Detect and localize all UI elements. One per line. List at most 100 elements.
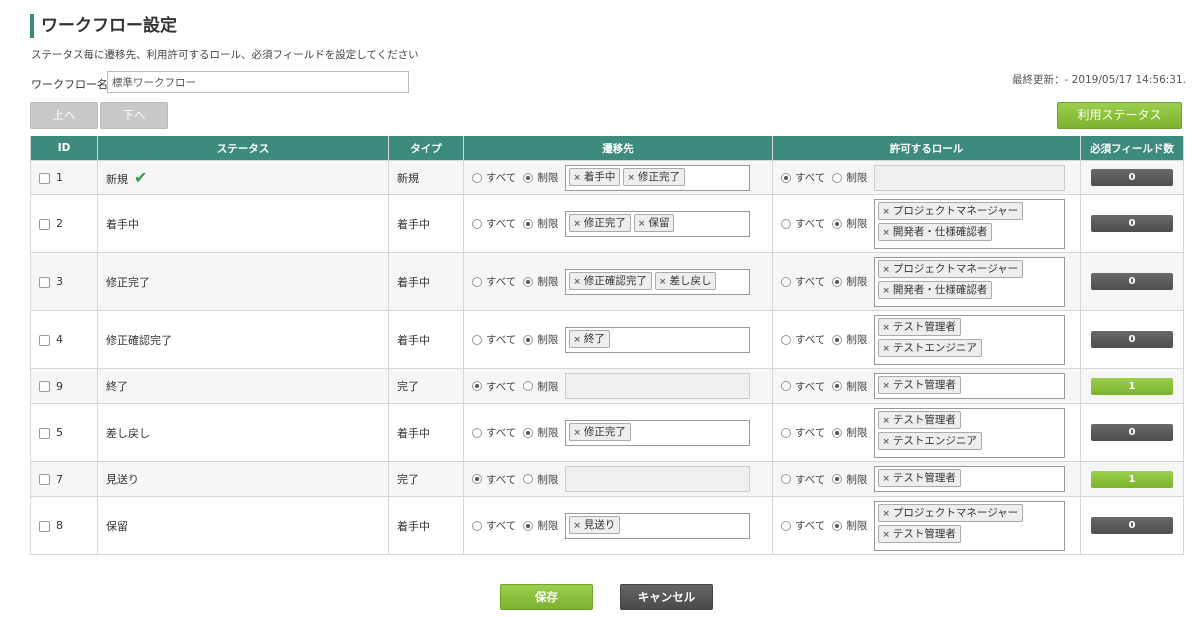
- required-fields-button[interactable]: 1: [1091, 377, 1173, 395]
- role-all-radio[interactable]: [781, 218, 791, 229]
- role-all-radio[interactable]: [781, 474, 791, 484]
- remove-tag-icon[interactable]: ×: [882, 509, 890, 519]
- roles-control: すべて 制限 × テスト管理者: [781, 466, 1072, 492]
- move-up-button[interactable]: 上へ: [30, 102, 98, 129]
- transition-select[interactable]: × 着手中 × 修正完了: [565, 164, 751, 191]
- remove-tag-icon[interactable]: ×: [882, 207, 890, 217]
- role-select[interactable]: × テスト管理者 × テストエンジニア: [874, 407, 1066, 458]
- role-all-radio[interactable]: [781, 172, 791, 183]
- transition-limit-radio[interactable]: [523, 276, 534, 287]
- role-select[interactable]: × テスト管理者 × テストエンジニア: [874, 314, 1066, 365]
- role-all-radio[interactable]: [781, 334, 791, 345]
- save-button[interactable]: 保存: [500, 584, 593, 610]
- transition-all-radio[interactable]: [472, 276, 482, 287]
- used-status-button[interactable]: 利用ステータス: [1057, 102, 1182, 129]
- transition-all-radio[interactable]: [472, 427, 482, 438]
- remove-tag-icon[interactable]: ×: [573, 219, 581, 229]
- tag-chip: × テスト管理者: [878, 317, 961, 336]
- remove-tag-icon[interactable]: ×: [573, 521, 581, 531]
- role-select[interactable]: × テスト管理者: [874, 373, 1066, 399]
- transition-select[interactable]: × 修正完了: [565, 419, 751, 446]
- transition-limit-radio[interactable]: [523, 427, 534, 438]
- required-fields-button[interactable]: 0: [1091, 424, 1173, 441]
- transition-limit-radio[interactable]: [523, 520, 534, 531]
- role-select[interactable]: × プロジェクトマネージャー × 開発者・仕様確認者: [874, 256, 1066, 307]
- transition-all-radio[interactable]: [472, 218, 482, 229]
- remove-tag-icon[interactable]: ×: [573, 173, 581, 183]
- transition-select[interactable]: [565, 466, 751, 492]
- transition-limit-radio[interactable]: [523, 381, 534, 391]
- role-limit-radio[interactable]: [832, 218, 843, 229]
- transition-select[interactable]: × 修正完了 × 保留: [565, 210, 751, 237]
- remove-tag-icon[interactable]: ×: [627, 173, 635, 183]
- last-updated-text: 最終更新：- 2019/05/17 14:56:31.: [1012, 74, 1186, 86]
- transition-all-radio[interactable]: [472, 520, 482, 531]
- role-limit-radio[interactable]: [832, 276, 843, 287]
- role-all-radio[interactable]: [781, 427, 791, 438]
- remove-tag-icon[interactable]: ×: [882, 323, 890, 333]
- transition-all-radio[interactable]: [472, 334, 482, 345]
- transition-select[interactable]: × 終了: [565, 326, 751, 353]
- remove-tag-icon[interactable]: ×: [659, 277, 667, 287]
- remove-tag-icon[interactable]: ×: [573, 428, 581, 438]
- role-select[interactable]: × プロジェクトマネージャー × テスト管理者: [874, 500, 1066, 551]
- row-checkbox[interactable]: [39, 276, 50, 288]
- required-fields-button[interactable]: 0: [1091, 517, 1173, 534]
- transition-all-radio[interactable]: [472, 172, 482, 183]
- remove-tag-icon[interactable]: ×: [882, 530, 890, 540]
- role-all-radio[interactable]: [781, 520, 791, 531]
- status-name: 見送り: [106, 473, 139, 486]
- transition-select[interactable]: × 修正確認完了 × 差し戻し: [565, 268, 751, 295]
- remove-tag-icon[interactable]: ×: [573, 335, 581, 345]
- required-fields-button[interactable]: 0: [1091, 273, 1173, 290]
- remove-tag-icon[interactable]: ×: [882, 286, 890, 296]
- row-checkbox[interactable]: [39, 334, 50, 346]
- cancel-button[interactable]: キャンセル: [620, 584, 713, 610]
- row-checkbox[interactable]: [39, 172, 50, 184]
- remove-tag-icon[interactable]: ×: [882, 344, 890, 354]
- row-checkbox[interactable]: [39, 427, 50, 439]
- remove-tag-icon[interactable]: ×: [882, 265, 890, 275]
- transition-select[interactable]: × 見送り: [565, 512, 751, 539]
- required-fields-button[interactable]: 0: [1091, 169, 1173, 186]
- transitions-control: すべて 制限 × 修正完了 × 保留: [472, 210, 764, 237]
- workflow-name-label: ワークフロー名: [31, 78, 108, 91]
- row-checkbox[interactable]: [39, 474, 50, 485]
- role-select[interactable]: × プロジェクトマネージャー × 開発者・仕様確認者: [874, 198, 1066, 249]
- role-limit-radio[interactable]: [832, 334, 843, 345]
- role-select[interactable]: × テスト管理者: [874, 466, 1066, 492]
- required-fields-button[interactable]: 1: [1091, 470, 1173, 488]
- transition-select[interactable]: [565, 373, 751, 399]
- required-fields-button[interactable]: 0: [1091, 331, 1173, 348]
- transition-limit-radio[interactable]: [523, 474, 534, 484]
- role-select[interactable]: [874, 164, 1066, 191]
- role-limit-radio[interactable]: [832, 427, 843, 438]
- move-down-button[interactable]: 下へ: [100, 102, 168, 129]
- row-checkbox[interactable]: [39, 520, 50, 532]
- remove-tag-icon[interactable]: ×: [573, 277, 581, 287]
- transition-all-radio[interactable]: [472, 474, 482, 484]
- transition-limit-radio[interactable]: [523, 172, 534, 183]
- remove-tag-icon[interactable]: ×: [882, 228, 890, 238]
- check-icon: ✔: [134, 168, 148, 187]
- remove-tag-icon[interactable]: ×: [882, 437, 890, 447]
- status-cell: 着手中: [97, 194, 389, 253]
- remove-tag-icon[interactable]: ×: [882, 381, 890, 391]
- role-limit-radio[interactable]: [832, 172, 843, 183]
- remove-tag-icon[interactable]: ×: [882, 416, 890, 426]
- remove-tag-icon[interactable]: ×: [638, 219, 646, 229]
- role-all-radio[interactable]: [781, 381, 791, 391]
- role-limit-radio[interactable]: [832, 520, 843, 531]
- workflow-name-input[interactable]: [107, 71, 409, 93]
- required-fields-button[interactable]: 0: [1091, 215, 1173, 232]
- row-checkbox[interactable]: [39, 218, 50, 230]
- transition-limit-radio[interactable]: [523, 218, 534, 229]
- transition-all-radio[interactable]: [472, 381, 482, 391]
- type-cell: 着手中: [388, 252, 464, 311]
- row-checkbox[interactable]: [39, 381, 50, 392]
- role-limit-radio[interactable]: [832, 381, 843, 391]
- role-all-radio[interactable]: [781, 276, 791, 287]
- role-limit-radio[interactable]: [832, 474, 843, 484]
- transition-limit-radio[interactable]: [523, 334, 534, 345]
- remove-tag-icon[interactable]: ×: [882, 474, 890, 484]
